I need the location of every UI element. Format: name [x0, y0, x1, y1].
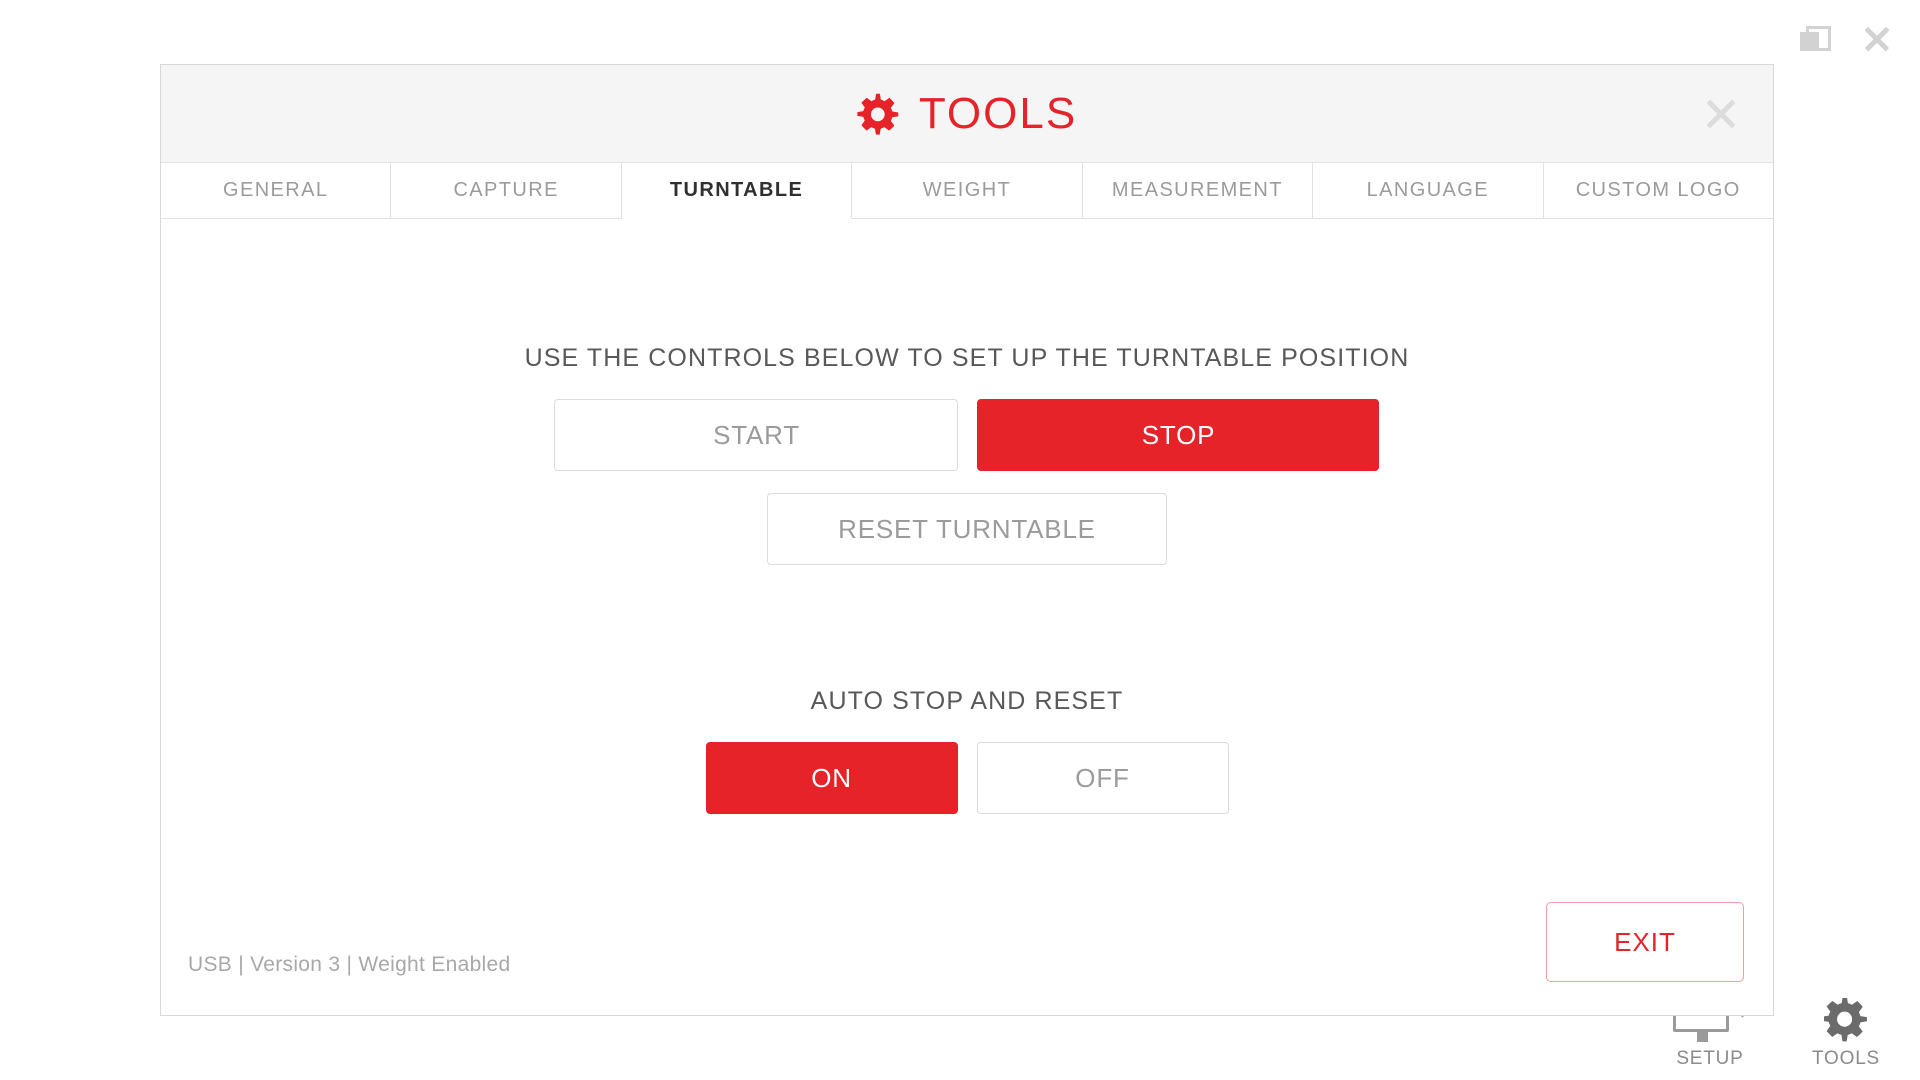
auto-stop-off-label: OFF [1075, 762, 1130, 793]
auto-stop-on-button[interactable]: ON [705, 742, 958, 814]
window-controls [1796, 22, 1894, 56]
tab-label: WEIGHT [922, 179, 1012, 201]
start-button-label: START [713, 419, 800, 450]
start-button[interactable]: START [554, 399, 959, 471]
tab-label: CUSTOM LOGO [1575, 179, 1741, 201]
stop-button-label: STOP [1141, 419, 1216, 450]
tab-weight[interactable]: WEIGHT [852, 163, 1083, 219]
close-icon [1864, 26, 1890, 52]
turntable-instruction: USE THE CONTROLS BELOW TO SET UP THE TUR… [524, 344, 1410, 372]
tab-label: TURNTABLE [669, 179, 804, 201]
restore-window-button[interactable] [1796, 22, 1831, 56]
tab-label: GENERAL [223, 179, 329, 201]
restore-icon [1800, 26, 1831, 52]
application-root: SETUP TOOLS TOOLS GENERAL CAPTURE TURNTA… [0, 0, 1920, 1080]
exit-button-label: EXIT [1614, 926, 1676, 957]
dialog-body: USE THE CONTROLS BELOW TO SET UP THE TUR… [161, 219, 1773, 1015]
dialog-footer: USB | Version 3 | Weight Enabled EXIT [161, 865, 1773, 1015]
auto-stop-label: AUTO STOP AND RESET [810, 687, 1124, 715]
dialog-title-group: TOOLS [857, 89, 1077, 139]
auto-stop-on-label: ON [811, 762, 852, 793]
dialog-close-button[interactable] [1699, 92, 1743, 136]
exit-button[interactable]: EXIT [1546, 902, 1744, 982]
bottom-nav-item-tools[interactable]: TOOLS [1790, 984, 1902, 1070]
gear-icon [857, 93, 899, 135]
tab-capture[interactable]: CAPTURE [391, 163, 622, 219]
tab-custom-logo[interactable]: CUSTOM LOGO [1543, 163, 1773, 219]
tab-general[interactable]: GENERAL [161, 163, 392, 219]
tab-language[interactable]: LANGUAGE [1313, 163, 1544, 219]
stop-button[interactable]: STOP [977, 399, 1380, 471]
dialog-header: TOOLS [161, 65, 1773, 163]
auto-stop-off-button[interactable]: OFF [976, 742, 1229, 814]
turntable-button-row: START STOP [525, 399, 1410, 471]
tab-bar: GENERAL CAPTURE TURNTABLE WEIGHT MEASURE… [161, 163, 1773, 219]
reset-turntable-button[interactable]: RESET TURNTABLE [766, 493, 1167, 565]
tools-dialog: TOOLS GENERAL CAPTURE TURNTABLE WEIGHT M… [160, 64, 1774, 1016]
page-title: TOOLS [918, 88, 1078, 138]
bottom-nav-label-tools: TOOLS [1811, 1048, 1881, 1069]
tab-turntable[interactable]: TURNTABLE [621, 163, 853, 219]
auto-stop-toggle-group: ON OFF [705, 742, 1229, 814]
tab-measurement[interactable]: MEASUREMENT [1082, 163, 1314, 219]
tab-label: MEASUREMENT [1111, 179, 1283, 201]
turntable-controls-section: USE THE CONTROLS BELOW TO SET UP THE TUR… [525, 344, 1410, 565]
reset-turntable-label: RESET TURNTABLE [838, 513, 1096, 544]
status-text: USB | Version 3 | Weight Enabled [188, 953, 511, 976]
close-window-button[interactable] [1860, 22, 1894, 56]
tab-label: CAPTURE [453, 179, 559, 201]
auto-stop-and-reset-section: AUTO STOP AND RESET ON OFF [705, 687, 1229, 814]
gear-icon [1824, 984, 1868, 1042]
bottom-nav-label-setup: SETUP [1676, 1048, 1744, 1069]
tab-label: LANGUAGE [1366, 179, 1489, 201]
